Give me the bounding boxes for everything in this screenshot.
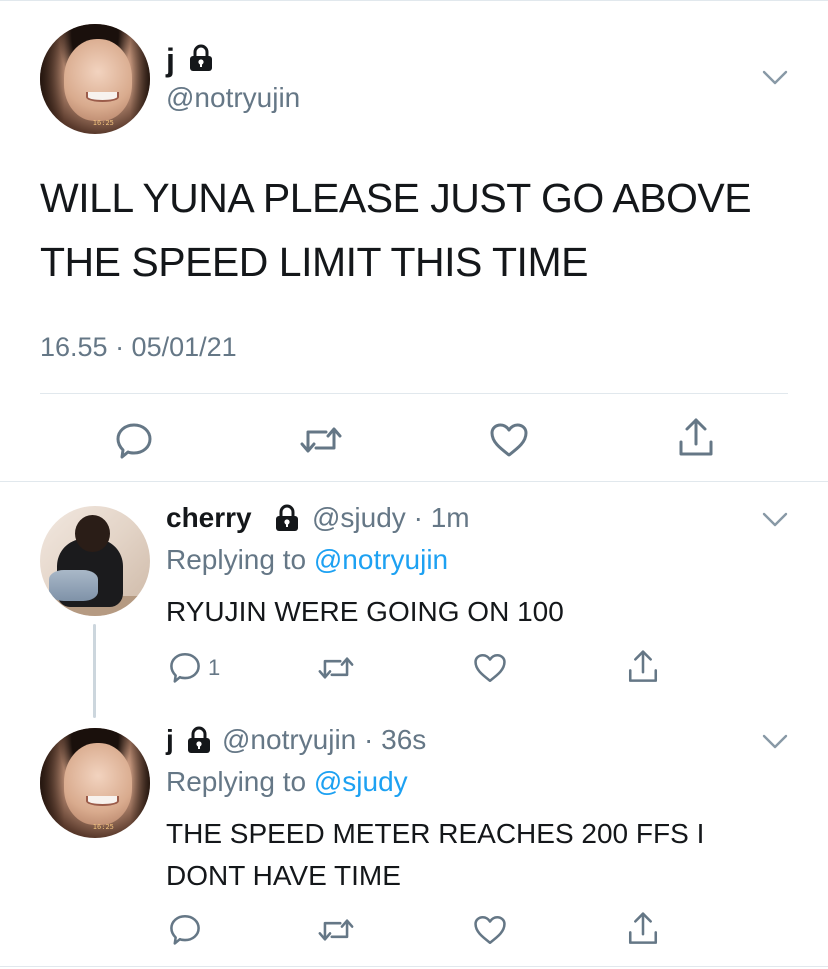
divider (40, 393, 788, 394)
separator-dot: · (413, 502, 431, 533)
reply-header: cherry (166, 502, 252, 534)
lock-icon (190, 44, 212, 71)
avatar[interactable]: 16:25 (40, 24, 150, 134)
reply-count: 1 (208, 655, 221, 680)
reply-icon[interactable] (168, 912, 202, 946)
display-name[interactable]: cherry (166, 502, 252, 533)
share-icon[interactable] (626, 910, 660, 948)
reply-meta: @sjudy · 1m (312, 502, 470, 534)
lock-icon (188, 726, 210, 753)
chevron-down-icon[interactable] (760, 68, 790, 88)
handle[interactable]: @notryujin (222, 724, 356, 755)
display-name[interactable]: j (166, 42, 175, 79)
lock-icon (276, 504, 298, 531)
relative-time[interactable]: 1m (431, 502, 470, 533)
mention-link[interactable]: @notryujin (314, 544, 448, 575)
replying-prefix: Replying to (166, 766, 314, 797)
handle[interactable]: @sjudy (312, 502, 406, 533)
retweet-icon[interactable] (316, 651, 356, 685)
thread-connector-line (93, 624, 96, 718)
display-name[interactable]: j (166, 724, 174, 755)
like-icon[interactable] (472, 651, 508, 685)
tweet-text: THE SPEED METER REACHES 200 FFS I DONT H… (166, 818, 705, 891)
avatar-stamp: 16:25 (92, 822, 114, 831)
avatar-stamp: 16:25 (92, 118, 114, 127)
tweet-text: RYUJIN WERE GOING ON 100 (166, 596, 564, 627)
divider (0, 481, 828, 482)
retweet-icon[interactable] (316, 913, 356, 947)
like-icon[interactable] (472, 913, 508, 947)
reply-meta: @notryujin · 36s (222, 724, 426, 756)
separator-dot: · (364, 724, 382, 755)
main-tweet[interactable]: 16:25 j @notryujin WILL YUNA PLEASE JUST… (0, 0, 828, 482)
share-icon[interactable] (676, 416, 716, 460)
reply-icon[interactable] (168, 650, 202, 684)
tweet-text: WILL YUNA PLEASE JUST GO ABOVE THE SPEED… (40, 175, 752, 285)
chevron-down-icon[interactable] (760, 510, 790, 530)
replying-to: Replying to @notryujin (166, 544, 448, 576)
handle[interactable]: @notryujin (166, 82, 300, 114)
tweet-timestamp[interactable]: 16.55 · 05/01/21 (40, 332, 237, 363)
relative-time[interactable]: 36s (381, 724, 426, 755)
retweet-icon[interactable] (298, 420, 344, 460)
like-icon[interactable] (488, 420, 530, 460)
chevron-down-icon[interactable] (760, 732, 790, 752)
divider (0, 966, 828, 967)
replying-to: Replying to @sjudy (166, 766, 408, 798)
share-icon[interactable] (626, 648, 660, 686)
mention-link[interactable]: @sjudy (314, 766, 408, 797)
replying-prefix: Replying to (166, 544, 314, 575)
avatar[interactable] (40, 506, 150, 616)
avatar[interactable]: 16:25 (40, 728, 150, 838)
reply-header: j (166, 724, 174, 756)
reply-icon[interactable] (114, 420, 154, 460)
